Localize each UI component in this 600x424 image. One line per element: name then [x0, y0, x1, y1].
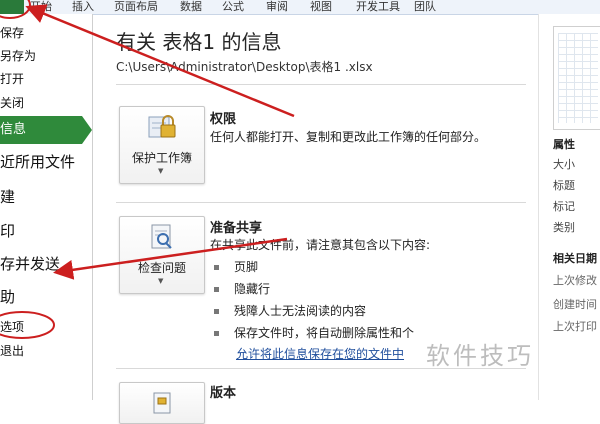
tab-insert[interactable]: 插入 [72, 0, 94, 14]
nav-new[interactable]: 建 [0, 186, 15, 207]
prepare-text: 在共享此文件前，请注意其包含以下内容: [210, 238, 431, 252]
permissions-heading: 权限 [210, 112, 237, 127]
file-tab[interactable] [0, 0, 24, 14]
nav-save[interactable]: 保存 [0, 24, 24, 41]
tab-view[interactable]: 视图 [310, 0, 332, 14]
related-dates-heading: 相关日期 [553, 252, 597, 265]
versions-icon [153, 392, 171, 414]
check-issues-button[interactable]: 检查问题 ▼ [119, 216, 205, 294]
page-title: 有关 表格1 的信息 [116, 30, 282, 54]
protect-workbook-button[interactable]: 保护工作簿 ▼ [119, 106, 205, 184]
nav-help[interactable]: 助 [0, 286, 15, 307]
lock-icon [148, 115, 176, 138]
list-item: 隐藏行 [213, 280, 270, 297]
protect-workbook-label: 保护工作簿 [131, 151, 192, 165]
tab-home[interactable]: 开始 [30, 0, 52, 14]
nav-open[interactable]: 打开 [0, 70, 24, 87]
title-label: 标题 [553, 179, 575, 192]
check-issues-label: 检查问题 [137, 261, 186, 275]
allow-save-info-link[interactable]: 允许将此信息保存在您的文件中 [236, 345, 404, 362]
chevron-down-icon: ▼ [158, 167, 164, 175]
permissions-text: 任何人都能打开、复制和更改此工作簿的任何部分。 [210, 130, 487, 144]
chevron-down-icon: ▼ [158, 277, 164, 285]
tab-page-layout[interactable]: 页面布局 [114, 0, 158, 14]
nav-exit[interactable]: 退出 [0, 342, 24, 359]
file-path: C:\Users\Administrator\Desktop\表格1 .xlsx [116, 60, 373, 74]
nav-save-as[interactable]: 另存为 [0, 47, 36, 64]
manage-versions-button[interactable] [119, 382, 205, 424]
workbook-thumbnail [553, 26, 600, 130]
backstage-nav: 保存 另存为 打开 关闭 信息 近所用文件 建 印 存并发送 助 选项 退出 [0, 14, 93, 400]
properties-dropdown[interactable]: 属性 [553, 136, 575, 152]
created-label: 创建时间 [553, 298, 597, 311]
nav-print[interactable]: 印 [0, 220, 15, 241]
list-item: 页脚 [213, 258, 258, 275]
category-label: 类别 [553, 221, 575, 234]
tab-formulas[interactable]: 公式 [222, 0, 244, 14]
watermark-text: 软件技巧 [426, 342, 534, 370]
prepare-heading: 准备共享 [210, 221, 263, 236]
inspect-document-icon [151, 224, 172, 249]
properties-panel: 属性 大小 标题 标记 类别 相关日期 上次修改 创建时间 上次打印 [538, 14, 600, 400]
tab-data[interactable]: 数据 [180, 0, 202, 14]
tab-team[interactable]: 团队 [414, 0, 436, 14]
list-item: 残障人士无法阅读的内容 [213, 302, 366, 319]
nav-close[interactable]: 关闭 [0, 94, 24, 111]
tab-developer[interactable]: 开发工具 [356, 0, 400, 14]
ribbon-tab-strip: 开始 插入 页面布局 数据 公式 审阅 视图 开发工具 团队 [0, 0, 600, 15]
divider [116, 202, 526, 203]
nav-recent[interactable]: 近所用文件 [0, 151, 75, 172]
tags-label: 标记 [553, 200, 575, 213]
nav-options[interactable]: 选项 [0, 318, 24, 335]
divider [116, 84, 526, 85]
list-item: 保存文件时，将自动删除属性和个 [213, 324, 414, 341]
size-label: 大小 [553, 158, 575, 171]
last-printed-label: 上次打印 [553, 320, 597, 333]
nav-info[interactable]: 信息 [0, 116, 92, 144]
tab-review[interactable]: 审阅 [266, 0, 288, 14]
nav-info-label: 信息 [0, 122, 27, 137]
versions-heading: 版本 [210, 386, 237, 401]
nav-save-send[interactable]: 存并发送 [0, 253, 60, 274]
last-modified-label: 上次修改 [553, 274, 597, 287]
